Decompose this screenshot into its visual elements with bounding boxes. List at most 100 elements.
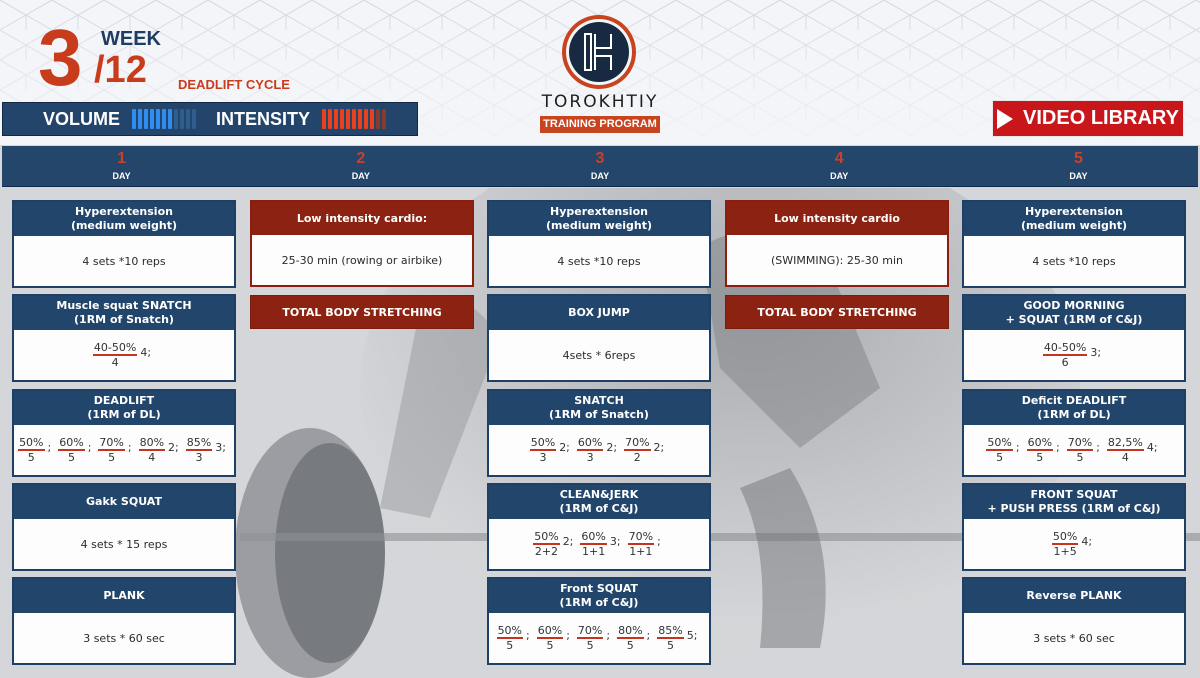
- exercise-card[interactable]: SNATCH (1RM of Snatch) 50% 3 2; 60% 3 2; 70% 2 2;: [487, 389, 711, 477]
- percent-over-reps: 70% 2: [624, 435, 651, 465]
- exercise-details: 3 sets * 60 sec: [964, 613, 1184, 663]
- sets-count: 2;: [606, 440, 618, 454]
- sets-count: 3;: [215, 440, 226, 454]
- percent-value: 70%: [624, 435, 651, 451]
- exercise-card[interactable]: Muscle squat SNATCH (1RM of Snatch) 40-50%…: [12, 294, 236, 382]
- current-week-number: 3: [38, 13, 82, 102]
- exercise-title-line: (1RM of C&J): [559, 596, 639, 609]
- day-header-1: 1 DAY: [2, 146, 241, 186]
- meter-tick: [328, 109, 333, 129]
- reps-value: 5: [506, 638, 514, 652]
- exercise-card[interactable]: Hyperextension (medium weight) 4 sets *10 …: [487, 200, 711, 288]
- percent-value: 80%: [617, 623, 644, 639]
- stretching-banner[interactable]: TOTAL BODY STRETCHING: [250, 295, 474, 329]
- exercise-card[interactable]: Reverse PLANK 3 sets * 60 sec: [962, 577, 1186, 665]
- reps-value: 6: [1061, 355, 1069, 369]
- percent-over-reps: 80% 4: [138, 436, 166, 465]
- percentage-scheme: 40-50% 6 3;: [1042, 340, 1105, 370]
- exercise-card[interactable]: CLEAN&JERK (1RM of C&J) 50% 2+2 2; 60% 1+1 3; 70…: [487, 483, 711, 571]
- sets-reps-text: 3 sets * 60 sec: [1033, 631, 1115, 645]
- meter-tick: [138, 109, 143, 129]
- exercise-title: Hyperextension (medium weight): [489, 202, 709, 236]
- exercise-card[interactable]: DEADLIFT (1RM of DL) 50% 5; 60% 5; 70% 5; 80% 4 2;…: [12, 389, 236, 477]
- reps-value: 1+5: [1053, 544, 1077, 558]
- percent-value: 60%: [576, 435, 604, 451]
- sets-count: ;: [606, 628, 611, 642]
- exercise-title-line: FRONT SQUAT: [1030, 488, 1118, 501]
- day-number: 3: [595, 150, 605, 167]
- reps-value: 2+2: [534, 544, 559, 558]
- sets-reps-text: 3 sets * 60 sec: [83, 631, 165, 645]
- exercise-details: 50% 2+2 2; 60% 1+1 3; 70% 1+1;: [489, 519, 709, 569]
- exercise-card[interactable]: FRONT SQUAT + PUSH PRESS (1RM of C&J) 50% 1…: [962, 483, 1186, 571]
- day-label: DAY: [830, 171, 849, 181]
- sets-count: ;: [47, 440, 52, 454]
- percent-value: 85%: [185, 435, 213, 451]
- exercise-details: 4 sets *10 reps: [964, 236, 1184, 286]
- exercise-details: 4 sets * 15 reps: [14, 519, 234, 569]
- cardio-title: Low intensity cardio:: [252, 202, 472, 235]
- exercise-details: 40-50% 4 4;: [14, 330, 234, 380]
- cardio-details: 25-30 min (rowing or airbike): [252, 235, 472, 285]
- stretching-banner[interactable]: TOTAL BODY STRETCHING: [725, 295, 949, 329]
- day-label: DAY: [112, 171, 131, 181]
- cardio-card[interactable]: Low intensity cardio: 25-30 min (rowing …: [250, 200, 474, 287]
- sets-count: 2;: [562, 534, 574, 548]
- percent-value: 40-50%: [1042, 340, 1088, 356]
- reps-value: 5: [666, 638, 674, 652]
- percentage-scheme: 50% 5; 60% 5; 70% 5; 80% 5; 85% 5 5;: [496, 623, 702, 653]
- percent-value: 60%: [536, 623, 564, 639]
- cycle-label: DEADLIFT CYCLE: [178, 77, 290, 92]
- percent-over-reps: 60% 5: [536, 623, 564, 653]
- meter-tick: [168, 109, 173, 129]
- reps-value: 3: [195, 450, 203, 464]
- exercise-title-line: (medium weight): [1020, 219, 1128, 232]
- percent-over-reps: 60% 3: [576, 435, 604, 465]
- percentage-scheme: 50% 3 2; 60% 3 2; 70% 2 2;: [529, 435, 669, 465]
- exercise-title-line: Front SQUAT: [560, 582, 638, 595]
- meter-tick: [340, 109, 345, 129]
- reps-value: 5: [108, 450, 116, 464]
- sets-reps-text: 4 sets *10 reps: [557, 254, 641, 268]
- reps-value: 4: [111, 355, 119, 369]
- header: 3 WEEK /12 DEADLIFT CYCLE VOLUME INTENSI…: [0, 0, 1200, 145]
- exercise-title: BOX JUMP: [489, 296, 709, 330]
- reps-value: 1+1: [582, 544, 606, 558]
- meter-tick: [192, 109, 197, 129]
- meter-tick: [322, 109, 327, 129]
- cardio-card[interactable]: Low intensity cardio (SWIMMING): 25-30 m…: [725, 200, 949, 287]
- sets-reps-text: 4 sets *10 reps: [1032, 254, 1116, 268]
- exercise-card[interactable]: BOX JUMP 4sets * 6reps: [487, 294, 711, 382]
- exercise-card[interactable]: Front SQUAT (1RM of C&J) 50% 5; 60% 5; 70% 5; 80…: [487, 577, 711, 665]
- exercise-details: 50% 5; 60% 5; 70% 5; 80% 5; 85% 5 5;: [489, 613, 709, 663]
- exercise-title-line: Muscle squat SNATCH: [56, 299, 192, 312]
- exercise-details: 50% 5; 60% 5; 70% 5; 82,5% 4 4;: [964, 425, 1184, 475]
- exercise-details: 50% 5; 60% 5; 70% 5; 80% 4 2; 85% 3 3;: [14, 425, 234, 475]
- percent-value: 50%: [18, 435, 45, 451]
- reps-value: 5: [67, 450, 75, 464]
- exercise-title-line: (medium weight): [70, 219, 178, 232]
- percentage-scheme: 50% 5; 60% 5; 70% 5; 80% 4 2; 85% 3 3;: [18, 436, 230, 465]
- exercise-card[interactable]: Gakk SQUAT 4 sets * 15 reps: [12, 483, 236, 571]
- day-number: 4: [834, 150, 844, 167]
- sets-count: 2;: [168, 440, 179, 454]
- percent-value: 50%: [496, 623, 524, 639]
- day-header-5: 5 DAY: [959, 146, 1198, 186]
- cardio-title: Low intensity cardio: [727, 202, 947, 235]
- exercise-title: Hyperextension (medium weight): [14, 202, 234, 236]
- meter-tick: [132, 109, 137, 129]
- sets-count: 2;: [559, 440, 570, 454]
- exercise-card[interactable]: Hyperextension (medium weight) 4 sets *10 …: [12, 200, 236, 288]
- exercise-card[interactable]: Hyperextension (medium weight) 4 sets *10 …: [962, 200, 1186, 288]
- exercise-card[interactable]: PLANK 3 sets * 60 sec: [12, 577, 236, 665]
- exercise-card[interactable]: Deficit DEADLIFT (1RM of DL) 50% 5; 60% 5; 70%…: [962, 389, 1186, 477]
- percent-over-reps: 60% 5: [58, 436, 85, 465]
- sets-count: ;: [1096, 440, 1100, 454]
- video-library-button[interactable]: VIDEO LIBRARY: [992, 100, 1184, 137]
- intensity-meter: [322, 109, 387, 129]
- percent-value: 60%: [580, 529, 607, 545]
- percent-over-reps: 40-50% 6: [1042, 340, 1088, 370]
- sets-count: 4;: [140, 345, 152, 359]
- exercise-card[interactable]: GOOD MORNING + SQUAT (1RM of C&J) 40-50% 6 3…: [962, 294, 1186, 382]
- reps-value: 5: [27, 450, 35, 464]
